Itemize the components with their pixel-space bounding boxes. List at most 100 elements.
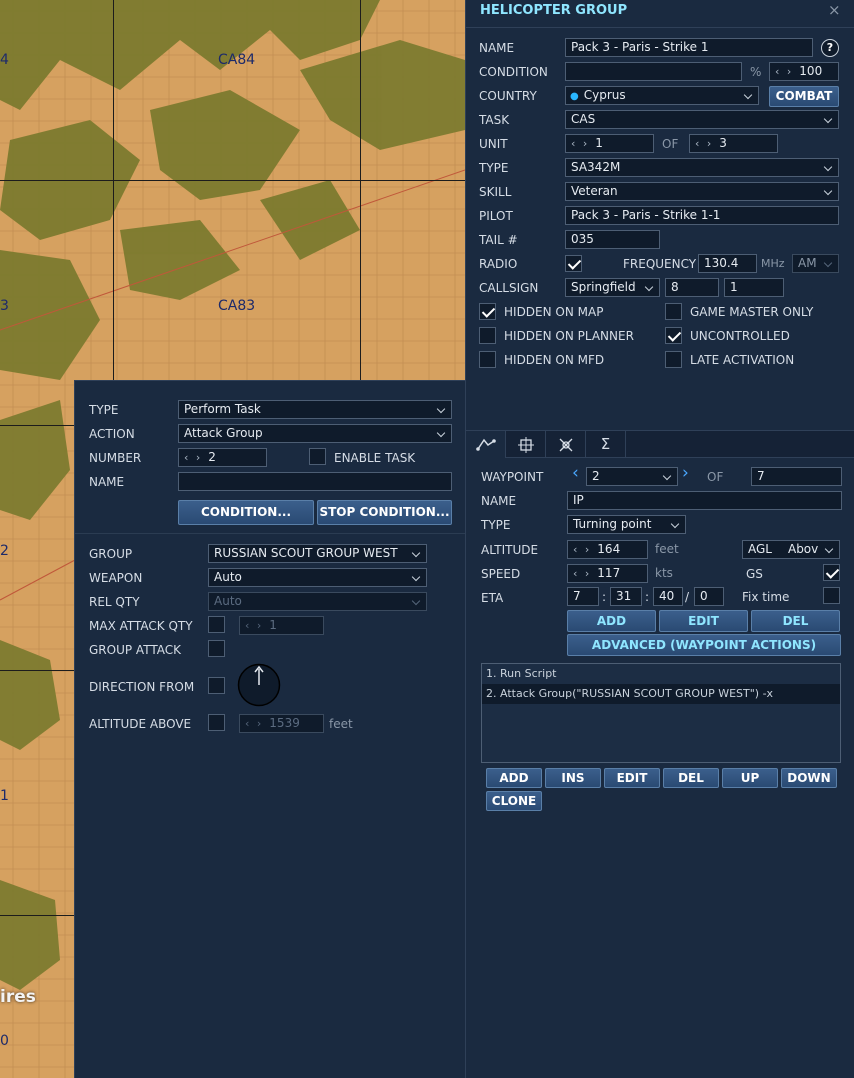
unit-total-stepper[interactable]: ‹ › 3 (689, 134, 778, 153)
name-label: NAME (479, 41, 515, 55)
radio-label: RADIO (479, 257, 518, 271)
help-icon[interactable]: ? (821, 39, 839, 57)
edge-label: 0 (0, 1033, 9, 1049)
advanced-waypoint-actions-button[interactable]: ADVANCED (WAYPOINT ACTIONS) (567, 634, 841, 656)
max-attack-checkbox[interactable] (208, 616, 225, 633)
probability-stepper[interactable]: ‹ › 100 (769, 62, 839, 81)
altitude-above-checkbox[interactable] (208, 714, 225, 731)
speed-stepper[interactable]: ‹ › 117 (567, 564, 648, 583)
hidden-on-planner-checkbox[interactable] (479, 327, 496, 344)
edge-label: 4 (0, 52, 9, 68)
skill-label: SKILL (479, 185, 512, 199)
prev-waypoint-icon[interactable]: ‹ (572, 465, 579, 482)
callsign-num2-input[interactable]: 1 (724, 278, 784, 297)
hidden-on-planner-label: HIDDEN ON PLANNER (504, 329, 634, 343)
skill-select[interactable]: Veteran (565, 182, 839, 201)
unit-stepper[interactable]: ‹ › 1 (565, 134, 654, 153)
type-label: TYPE (89, 403, 119, 417)
game-master-label: GAME MASTER ONLY (690, 305, 814, 319)
eta-colon: : (645, 590, 650, 604)
next-waypoint-icon[interactable]: › (682, 465, 689, 482)
name-label: NAME (89, 475, 125, 489)
tab-payload[interactable] (546, 431, 586, 458)
country-label: COUNTRY (479, 89, 537, 103)
delete-action-button[interactable]: DEL (663, 768, 719, 788)
delete-waypoint-button[interactable]: DEL (751, 610, 840, 632)
unit-label: UNIT (479, 137, 508, 151)
gs-label: GS (746, 567, 763, 581)
condition-input[interactable] (565, 62, 742, 81)
tail-number-input[interactable]: 035 (565, 230, 660, 249)
hidden-on-map-checkbox[interactable] (479, 303, 496, 320)
unit-of-label: OF (662, 137, 679, 151)
enable-task-checkbox[interactable] (309, 448, 326, 465)
close-icon[interactable]: × (828, 2, 841, 18)
group-name-input[interactable]: Pack 3 - Paris - Strike 1 (565, 38, 813, 57)
task-type-select[interactable]: Perform Task (178, 400, 452, 419)
altitude-above-stepper[interactable]: ‹ › 1539 (239, 714, 324, 733)
task-select[interactable]: CAS (565, 110, 839, 129)
uncontrolled-checkbox[interactable] (665, 327, 682, 344)
tab-targets[interactable] (506, 431, 546, 458)
stepper-arrows-icon: ‹ › (573, 567, 592, 580)
task-number-stepper[interactable]: ‹ › 2 (178, 448, 267, 467)
stepper-arrows-icon: ‹ › (245, 619, 264, 632)
panel-header: HELICOPTER GROUP × (466, 0, 854, 28)
callsign-num1-input[interactable]: 8 (665, 278, 719, 297)
waypoint-select[interactable]: 2 (586, 467, 678, 486)
clone-action-button[interactable]: CLONE (486, 791, 542, 811)
list-item[interactable]: 1. Run Script (482, 664, 840, 684)
wp-type-label: TYPE (481, 518, 511, 532)
eta-minute-input[interactable]: 40 (653, 587, 683, 606)
altitude-unit: feet (655, 542, 679, 556)
move-up-action-button[interactable]: UP (722, 768, 778, 788)
altitude-type-value: AGL (748, 542, 772, 556)
add-action-button[interactable]: ADD (486, 768, 542, 788)
hidden-on-mfd-checkbox[interactable] (479, 351, 496, 368)
list-item[interactable]: 2. Attack Group("RUSSIAN SCOUT GROUP WES… (482, 684, 840, 704)
condition-button[interactable]: CONDITION... (178, 500, 314, 525)
waypoint-type-select[interactable]: Turning point (567, 515, 686, 534)
weapon-select[interactable]: Auto (208, 568, 427, 587)
combat-button[interactable]: COMBAT (769, 86, 839, 107)
stop-condition-button[interactable]: STOP CONDITION... (317, 500, 452, 525)
direction-checkbox[interactable] (208, 677, 225, 694)
stepper-arrows-icon: ‹ › (573, 543, 592, 556)
insert-action-button[interactable]: INS (545, 768, 601, 788)
condition-label: CONDITION (479, 65, 548, 79)
direction-label: DIRECTION FROM (89, 680, 195, 694)
max-attack-label: MAX ATTACK QTY (89, 619, 193, 633)
game-master-checkbox[interactable] (665, 303, 682, 320)
move-down-action-button[interactable]: DOWN (781, 768, 837, 788)
fix-time-checkbox[interactable] (823, 587, 840, 604)
feet-unit: feet (329, 717, 353, 731)
task-name-input[interactable] (178, 472, 452, 491)
rel-qty-select[interactable]: Auto (208, 592, 427, 611)
eta-day-input[interactable]: 7 (567, 587, 599, 606)
stepper-arrows-icon: ‹ › (184, 451, 203, 464)
tab-route[interactable] (466, 431, 506, 458)
eta-hour-input[interactable]: 31 (610, 587, 642, 606)
callsign-select[interactable]: Springfield (565, 278, 660, 297)
task-action-select[interactable]: Attack Group (178, 424, 452, 443)
gs-checkbox[interactable] (823, 564, 840, 581)
max-attack-stepper[interactable]: ‹ › 1 (239, 616, 324, 635)
radio-checkbox[interactable] (565, 255, 582, 272)
altitude-type-select[interactable]: AGL Abov (742, 540, 840, 559)
tab-summary[interactable]: Σ (586, 431, 626, 458)
country-select[interactable]: ● Cyprus (565, 86, 759, 105)
aircraft-type-select[interactable]: SA342M (565, 158, 839, 177)
edit-action-button[interactable]: EDIT (604, 768, 660, 788)
edit-waypoint-button[interactable]: EDIT (659, 610, 748, 632)
eta-second-input[interactable]: 0 (694, 587, 724, 606)
frequency-input[interactable]: 130.4 (698, 254, 757, 273)
group-select[interactable]: RUSSIAN SCOUT GROUP WEST (208, 544, 427, 563)
add-waypoint-button[interactable]: ADD (567, 610, 656, 632)
pilot-input[interactable]: Pack 3 - Paris - Strike 1-1 (565, 206, 839, 225)
group-attack-checkbox[interactable] (208, 640, 225, 657)
direction-dial-icon[interactable] (237, 663, 281, 707)
waypoint-name-input[interactable]: IP (567, 491, 842, 510)
altitude-stepper[interactable]: ‹ › 164 (567, 540, 648, 559)
late-activation-checkbox[interactable] (665, 351, 682, 368)
modulation-select[interactable]: AM (792, 254, 839, 273)
